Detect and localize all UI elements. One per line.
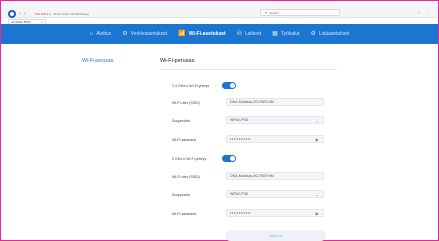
address-path: /html/content.html#wifieasy xyxy=(52,11,89,16)
eye-icon[interactable]: ◉ xyxy=(315,211,319,216)
password-5-input[interactable]: •••••••••••• ◉ xyxy=(226,209,324,217)
nav-item-lisaasetukset[interactable]: ⚙ Lisäasetukset xyxy=(310,31,349,37)
top-navigation: ⌂ Aloitus ⚙ Verkkoasetukset 📶 Wi-Fi-aset… xyxy=(1,24,438,44)
security-24-value: WPA2-PSK xyxy=(230,118,249,122)
ssid-5-value: DNA-Mokkula-5G-R8SY4M xyxy=(230,174,274,178)
nav-item-label: Verkkoasetukset xyxy=(130,31,168,37)
password-5-value: •••••••••••• xyxy=(230,211,252,215)
nav-item-tyokalut[interactable]: ▦ Työkalut xyxy=(272,31,299,37)
ssid-24-input[interactable]: DNA-Mokkula-2G-R8SY4M xyxy=(226,98,324,106)
security-24-label: Suojaustila xyxy=(172,119,190,123)
password-24-value: •••••••••••• xyxy=(230,137,252,141)
address-bar[interactable]: 192.168.1.1 /html/content.html#wifieasy xyxy=(35,10,90,17)
wifi-icon: 📶 xyxy=(178,31,186,37)
nav-item-label: Laitteet xyxy=(244,31,262,37)
nav-item-label: Työkalut xyxy=(280,31,300,37)
devices-icon: ⛁ xyxy=(236,31,242,37)
browser-menu-icons[interactable]: ☆ ⋮ xyxy=(417,10,432,15)
nav-item-aloitus[interactable]: ⌂ Aloitus xyxy=(90,31,112,37)
chevron-down-icon: ⌄ xyxy=(315,118,319,123)
security-5-value: WPA2-PSK xyxy=(230,192,249,196)
eye-icon[interactable]: ◉ xyxy=(315,137,319,142)
ssid-5-input[interactable]: DNA-Mokkula-5G-R8SY4M xyxy=(226,172,324,180)
chevron-down-icon: ⌄ xyxy=(315,192,319,197)
address-host: 192.168.1.1 xyxy=(35,11,51,16)
wifi-24ghz-toggle[interactable] xyxy=(222,82,236,89)
title-divider xyxy=(160,69,337,70)
ssid-24-label: Wi-Fi-nimi (SSID) xyxy=(172,101,200,105)
ssid-5-label: Wi-Fi-nimi (SSID) xyxy=(172,175,200,179)
nav-item-label: Lisäasetukset xyxy=(318,31,350,37)
nav-item-laitteet[interactable]: ⛁ Laitteet xyxy=(237,31,261,37)
security-5-label: Suojaustila xyxy=(172,193,190,197)
settings-icon: ⚙ xyxy=(310,31,316,37)
nav-item-wifi-asetukset[interactable]: 📶 Wi-Fi-asetukset xyxy=(178,31,225,37)
browser-logo-icon xyxy=(8,10,16,18)
save-button[interactable]: Tallenna xyxy=(225,230,326,241)
home-icon: ⌂ xyxy=(89,31,94,37)
password-5-label: Wi-Fi-salasana xyxy=(172,212,196,216)
wifi-5ghz-toggle[interactable] xyxy=(222,155,236,162)
page-title: Wi-Fi-perusas. xyxy=(160,58,196,64)
nav-item-verkkoasetukset[interactable]: ⚙ Verkkoasetukset xyxy=(122,31,167,37)
wifi-24ghz-toggle-label: 2,4 GHz:n Wi-Fi-yhteys xyxy=(172,84,210,88)
security-24-select[interactable]: WPA2-PSK ⌄ xyxy=(226,116,324,124)
search-placeholder: Search xyxy=(269,10,279,15)
search-icon: ⌕ xyxy=(265,10,268,15)
password-24-input[interactable]: •••••••••••• ◉ xyxy=(226,135,324,143)
sidebar-item-wifi-perusasetukset[interactable]: Wi-Fi-perusas. xyxy=(82,58,115,64)
browser-chrome: ‹ › 192.168.1.1 /html/content.html#wifie… xyxy=(1,1,438,18)
ssid-24-value: DNA-Mokkula-2G-R8SY4M xyxy=(230,100,274,104)
browser-nav-arrows[interactable]: ‹ › xyxy=(19,11,27,17)
security-5-select[interactable]: WPA2-PSK ⌄ xyxy=(226,190,324,198)
password-24-label: Wi-Fi-salasana xyxy=(172,138,196,142)
tools-icon: ▦ xyxy=(272,31,278,37)
wifi-5ghz-toggle-label: 5 GHz:n Wi-Fi-yhteys xyxy=(172,157,207,161)
nav-item-label: Wi-Fi-asetukset xyxy=(188,31,226,37)
browser-search-input[interactable]: ⌕ Search xyxy=(260,9,340,16)
gear-icon: ⚙ xyxy=(122,31,128,37)
nav-item-label: Aloitus xyxy=(96,31,112,37)
